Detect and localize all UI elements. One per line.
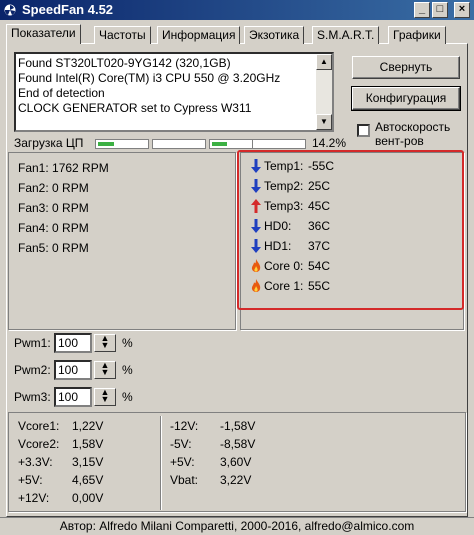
cpu-core-bar xyxy=(252,139,306,149)
fan-reading: Fan3: 0 RPM xyxy=(18,201,89,215)
tab-clock[interactable]: Частоты xyxy=(94,26,151,44)
voltage-name: -12V: xyxy=(170,419,199,433)
log-scrollbar[interactable]: ▲ ▼ xyxy=(316,54,332,130)
autospeed-checkbox[interactable] xyxy=(357,124,370,137)
tab-readings[interactable]: Показатели xyxy=(6,24,81,44)
cpu-usage-total: 14.2% xyxy=(312,136,347,150)
log-line: CLOCK GENERATOR set to Cypress W311 xyxy=(18,101,252,115)
pwm-unit: % xyxy=(122,363,133,377)
pwm-label: Pwm3: xyxy=(14,390,51,404)
cpu-core-bar xyxy=(152,139,206,149)
voltage-value: 0,00V xyxy=(72,491,104,505)
tab-exotics[interactable]: Экзотика xyxy=(244,26,305,44)
fan-reading: Fan4: 0 RPM xyxy=(18,221,89,235)
log-line: Found ST320LT020-9YG142 (320,1GB) xyxy=(18,56,231,70)
tab-charts[interactable]: Графики xyxy=(388,26,446,44)
pwm-input[interactable]: 100 xyxy=(54,360,92,380)
pwm-label: Pwm1: xyxy=(14,336,51,350)
cpu-core-bar xyxy=(95,139,149,149)
pwm-unit: % xyxy=(122,336,133,350)
pwm-input[interactable]: 100 xyxy=(54,387,92,407)
voltage-name: Vcore1: xyxy=(18,419,60,433)
title-bar[interactable]: SpeedFan 4.52 _ □ × xyxy=(0,0,474,20)
cpu-core-fill xyxy=(212,142,227,146)
voltage-value: 3,22V xyxy=(220,473,252,487)
close-window-button[interactable]: × xyxy=(454,2,470,18)
speedfan-logo-icon xyxy=(3,3,17,17)
pwm-input[interactable]: 100 xyxy=(54,333,92,353)
pwm-spinner-icon[interactable]: ▲ ▼ xyxy=(94,334,116,352)
voltage-value: 1,22V xyxy=(72,419,104,433)
fans-list: Fan1: 1762 RPM Fan2: 0 RPM Fan3: 0 RPM F… xyxy=(18,158,109,258)
autospeed-label: Автоскорость xyxy=(375,120,451,134)
tab-info[interactable]: Информация xyxy=(157,26,241,44)
pwm-label: Pwm2: xyxy=(14,363,51,377)
voltage-value: 3,15V xyxy=(72,455,104,469)
fan-reading: Fan5: 0 RPM xyxy=(18,241,89,255)
log-line: Found Intel(R) Core(TM) i3 CPU 550 @ 3.2… xyxy=(18,71,281,85)
minimize-button[interactable]: Свернуть xyxy=(352,56,460,79)
voltage-name: -5V: xyxy=(170,437,192,451)
log-box[interactable]: Found ST320LT020-9YG142 (320,1GB) Found … xyxy=(14,52,334,132)
voltage-value: -1,58V xyxy=(220,419,256,433)
fan-reading: Fan2: 0 RPM xyxy=(18,181,89,195)
fan-reading: Fan1: 1762 RPM xyxy=(18,161,109,175)
cpu-usage-label: Загрузка ЦП xyxy=(14,136,84,150)
log-line: End of detection xyxy=(18,86,105,100)
voltages-divider xyxy=(160,416,161,510)
scroll-up-icon[interactable]: ▲ xyxy=(316,54,332,70)
minimize-window-button[interactable]: _ xyxy=(414,2,430,18)
voltage-name: +3.3V: xyxy=(18,455,53,469)
voltage-name: +5V: xyxy=(170,455,195,469)
tab-smart[interactable]: S.M.A.R.T. xyxy=(312,26,380,44)
voltage-name: +5V: xyxy=(18,473,43,487)
autospeed-label-line2: вент-ров xyxy=(375,134,424,148)
status-bar: Автор: Alfredo Milani Comparetti, 2000-2… xyxy=(0,517,474,535)
cpu-core-fill xyxy=(98,142,114,146)
scroll-down-icon[interactable]: ▼ xyxy=(316,114,332,130)
window-title: SpeedFan 4.52 xyxy=(22,2,114,17)
pwm-spinner-icon[interactable]: ▲ ▼ xyxy=(94,361,116,379)
maximize-window-button[interactable]: □ xyxy=(432,2,448,18)
pwm-spinner-icon[interactable]: ▲ ▼ xyxy=(94,388,116,406)
voltage-value: -8,58V xyxy=(220,437,256,451)
temps-highlight-box xyxy=(237,150,464,310)
configure-button[interactable]: Конфигурация xyxy=(351,86,461,111)
voltage-name: +12V: xyxy=(18,491,50,505)
voltage-value: 1,58V xyxy=(72,437,104,451)
voltage-value: 4,65V xyxy=(72,473,104,487)
voltage-name: Vcore2: xyxy=(18,437,60,451)
pwm-unit: % xyxy=(122,390,133,404)
voltage-value: 3,60V xyxy=(220,455,252,469)
voltage-name: Vbat: xyxy=(170,473,199,487)
